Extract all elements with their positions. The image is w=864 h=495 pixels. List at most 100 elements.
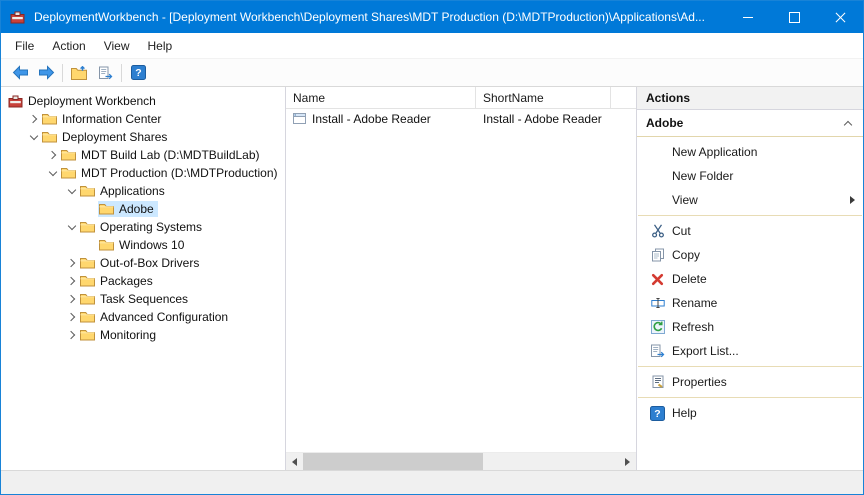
properties-icon [649, 375, 666, 389]
action-cut[interactable]: Cut [637, 219, 863, 243]
collapse-group-button[interactable] [845, 119, 851, 128]
collapse-chevron-icon[interactable] [45, 165, 60, 181]
tree-item-label: MDT Build Lab (D:\MDTBuildLab) [81, 148, 260, 162]
toolbar-separator [62, 64, 63, 82]
tree-item-out-of-box-drivers[interactable]: Out-of-Box Drivers [1, 254, 285, 272]
action-item-label: Help [672, 406, 697, 420]
window-controls [725, 1, 863, 33]
expand-chevron-icon[interactable] [64, 273, 79, 289]
scroll-right-button[interactable] [619, 453, 636, 470]
scrollbar-track[interactable] [303, 453, 619, 470]
tree-item-task-sequences[interactable]: Task Sequences [1, 290, 285, 308]
action-rename[interactable]: Rename [637, 291, 863, 315]
list-header: NameShortName [286, 87, 636, 109]
action-copy[interactable]: Copy [637, 243, 863, 267]
list-row-install-adobe-reader[interactable]: Install - Adobe Reader Install - Adobe Re… [286, 109, 636, 128]
scroll-right-icon [625, 458, 630, 466]
main-area: Deployment WorkbenchInformation CenterDe… [1, 87, 863, 470]
actions-pane: Actions Adobe New ApplicationNew FolderV… [637, 87, 863, 470]
action-new-folder[interactable]: New Folder [637, 164, 863, 188]
expand-chevron-icon[interactable] [64, 291, 79, 307]
menu-item-action[interactable]: Action [43, 36, 94, 56]
column-header-name[interactable]: Name [286, 87, 476, 108]
action-item-label: Copy [672, 248, 700, 262]
tree-item-deployment-workbench[interactable]: Deployment Workbench [1, 92, 285, 110]
menu-item-view[interactable]: View [95, 36, 139, 56]
menu-item-help[interactable]: Help [139, 36, 182, 56]
column-header-shortname[interactable]: ShortName [476, 87, 611, 108]
collapse-chevron-icon[interactable] [64, 219, 79, 235]
list-cell-shortname: Install - Adobe Reader [476, 112, 602, 126]
expander-spacer [83, 201, 98, 217]
help-button[interactable]: ? [125, 61, 151, 85]
action-item-label: Export List... [672, 344, 739, 358]
tree-item-deployment-shares[interactable]: Deployment Shares [1, 128, 285, 146]
expand-chevron-icon[interactable] [26, 111, 41, 127]
tree-item-label: Applications [100, 184, 165, 198]
delete-icon [649, 273, 666, 286]
action-help[interactable]: ?Help [637, 401, 863, 425]
folder-icon [42, 113, 58, 125]
forward-button[interactable] [33, 61, 59, 85]
export-list-button[interactable] [92, 61, 118, 85]
folder-icon [80, 185, 96, 197]
actions-group-header[interactable]: Adobe [637, 110, 863, 137]
action-properties[interactable]: Properties [637, 370, 863, 394]
tree-item-operating-systems[interactable]: Operating Systems [1, 218, 285, 236]
folder-icon [80, 311, 96, 323]
action-refresh[interactable]: Refresh [637, 315, 863, 339]
tree-item-label: Task Sequences [100, 292, 188, 306]
cut-icon [649, 224, 666, 238]
tree-item-content: Applications [79, 183, 169, 199]
tree-item-mdt-production-d-mdtproduction[interactable]: MDT Production (D:\MDTProduction) [1, 164, 285, 182]
action-export-list[interactable]: Export List... [637, 339, 863, 363]
tree-item-content: Advanced Configuration [79, 309, 232, 325]
copy-icon [649, 248, 666, 262]
actions-pane-title: Actions [637, 87, 863, 110]
tree-item-windows-10[interactable]: Windows 10 [1, 236, 285, 254]
back-arrow-icon [12, 65, 29, 80]
expand-chevron-icon[interactable] [45, 147, 60, 163]
rename-icon [649, 296, 666, 310]
expand-chevron-icon[interactable] [64, 309, 79, 325]
tree-item-label: Windows 10 [119, 238, 184, 252]
expand-chevron-icon[interactable] [64, 255, 79, 271]
tree-item-monitoring[interactable]: Monitoring [1, 326, 285, 344]
actions-separator [638, 366, 862, 367]
action-item-label: Refresh [672, 320, 714, 334]
scrollbar-thumb[interactable] [303, 453, 483, 470]
tree-item-applications[interactable]: Applications [1, 182, 285, 200]
minimize-button[interactable] [725, 1, 771, 33]
folder-icon [80, 293, 96, 305]
tree-item-label: Deployment Workbench [28, 94, 156, 108]
tree-item-information-center[interactable]: Information Center [1, 110, 285, 128]
tree-item-packages[interactable]: Packages [1, 272, 285, 290]
expand-chevron-icon[interactable] [64, 327, 79, 343]
maximize-button[interactable] [771, 1, 817, 33]
back-button[interactable] [7, 61, 33, 85]
console-tree-icon [71, 66, 87, 80]
actions-group-label: Adobe [646, 116, 683, 130]
list-item-name-text: Install - Adobe Reader [312, 112, 431, 126]
action-item-label: Properties [672, 375, 727, 389]
tree-item-content: Information Center [41, 111, 165, 127]
scroll-left-button[interactable] [286, 453, 303, 470]
collapse-chevron-icon[interactable] [26, 129, 41, 145]
close-button[interactable] [817, 1, 863, 33]
tree-item-label: Operating Systems [100, 220, 202, 234]
tree-item-adobe[interactable]: Adobe [1, 200, 285, 218]
tree-item-content: Windows 10 [98, 237, 188, 253]
menu-item-file[interactable]: File [6, 36, 43, 56]
action-view[interactable]: View [637, 188, 863, 212]
action-new-application[interactable]: New Application [637, 140, 863, 164]
menu-bar: FileActionViewHelp [1, 33, 863, 59]
action-delete[interactable]: Delete [637, 267, 863, 291]
console-tree: Deployment Workbench Information CenterDe… [1, 87, 286, 470]
horizontal-scrollbar[interactable] [286, 452, 636, 470]
collapse-chevron-icon[interactable] [64, 183, 79, 199]
window-title: DeploymentWorkbench - [Deployment Workbe… [34, 10, 725, 24]
export-list-icon [98, 66, 113, 80]
tree-item-advanced-configuration[interactable]: Advanced Configuration [1, 308, 285, 326]
show-console-tree-button[interactable] [66, 61, 92, 85]
tree-item-mdt-build-lab-d-mdtbuildlab[interactable]: MDT Build Lab (D:\MDTBuildLab) [1, 146, 285, 164]
